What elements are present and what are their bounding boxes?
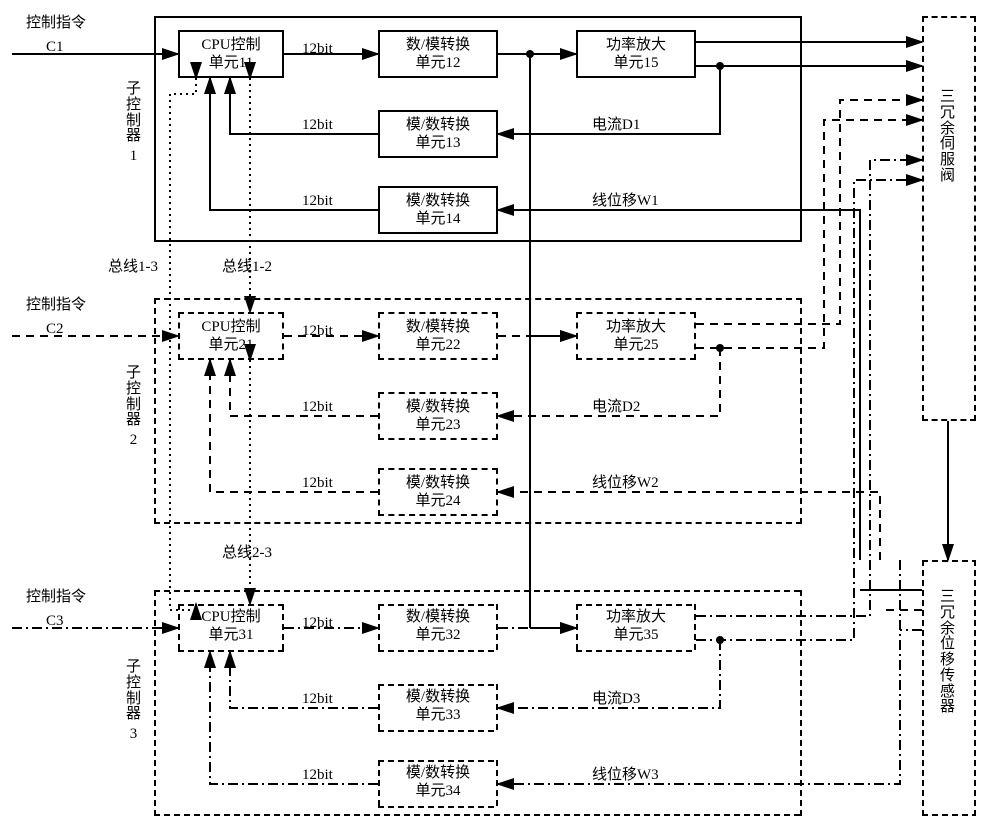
- disp-2: 线位移W2: [590, 476, 661, 491]
- input-label-c1: 控制指令: [24, 16, 88, 31]
- input-sig-c1: C1: [44, 40, 66, 55]
- bus-12: 总线1-2: [220, 260, 274, 275]
- bus-23: 总线2-3: [220, 546, 274, 561]
- cur-1: 电流D1: [590, 118, 642, 133]
- amp-3: 功率放大 单元35: [576, 604, 696, 652]
- group-name-3: 子控制器 3: [126, 660, 141, 743]
- diagram-canvas: 三冗余伺服阀 三冗余位移传感器 控制指令 C1 子控制器 1 CPU控制 单元1…: [0, 0, 1000, 832]
- cur-2: 电流D2: [590, 400, 642, 415]
- group-name-1: 子控制器 1: [126, 82, 141, 165]
- adc-i-2: 模/数转换 单元23: [378, 392, 498, 440]
- adc-w-3: 模/数转换 单元34: [378, 760, 498, 808]
- cpu-3: CPU控制 单元31: [178, 604, 284, 652]
- servo-valve: [922, 16, 976, 421]
- servo-valve-label: 三冗余伺服阀: [940, 90, 955, 185]
- amp-2: 功率放大 单元25: [576, 312, 696, 360]
- disp-1: 线位移W1: [590, 194, 661, 209]
- bits-1a: 12bit: [300, 42, 335, 57]
- bits-2a: 12bit: [300, 324, 335, 339]
- adc-i-3: 模/数转换 单元33: [378, 684, 498, 732]
- bits-3b: 12bit: [300, 692, 335, 707]
- cpu-2: CPU控制 单元21: [178, 312, 284, 360]
- input-sig-c3: C3: [44, 614, 66, 629]
- bits-2b: 12bit: [300, 400, 335, 415]
- input-label-c2: 控制指令: [24, 298, 88, 313]
- input-label-c3: 控制指令: [24, 590, 88, 605]
- dac-2: 数/模转换 单元22: [378, 312, 498, 360]
- bits-3a: 12bit: [300, 616, 335, 631]
- input-sig-c2: C2: [44, 322, 66, 337]
- adc-i-1: 模/数转换 单元13: [378, 110, 498, 158]
- adc-w-2: 模/数转换 单元24: [378, 468, 498, 516]
- bits-3c: 12bit: [300, 768, 335, 783]
- bus-13: 总线1-3: [106, 260, 160, 275]
- disp-sensor-label: 三冗余位移传感器: [940, 590, 955, 716]
- cur-3: 电流D3: [590, 692, 642, 707]
- group-name-2: 子控制器 2: [126, 366, 141, 449]
- amp-1: 功率放大 单元15: [576, 30, 696, 78]
- adc-w-1: 模/数转换 单元14: [378, 186, 498, 234]
- bits-1c: 12bit: [300, 194, 335, 209]
- bits-2c: 12bit: [300, 476, 335, 491]
- dac-1: 数/模转换 单元12: [378, 30, 498, 78]
- cpu-1: CPU控制 单元11: [178, 30, 284, 78]
- dac-3: 数/模转换 单元32: [378, 604, 498, 652]
- disp-3: 线位移W3: [590, 768, 661, 783]
- bits-1b: 12bit: [300, 118, 335, 133]
